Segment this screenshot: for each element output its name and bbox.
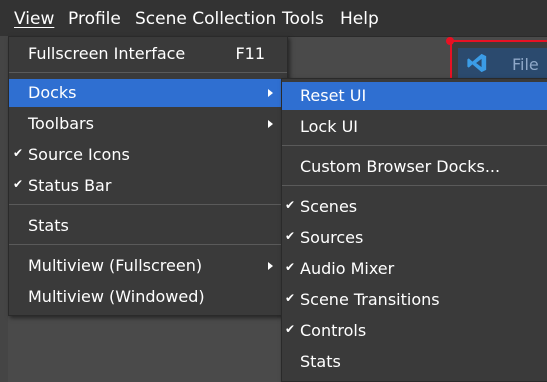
menu-item-label: Scenes bbox=[300, 197, 358, 216]
menu-item-toolbars[interactable]: Toolbars bbox=[9, 110, 287, 138]
docks-submenu: Reset UI Lock UI Custom Browser Docks...… bbox=[281, 78, 547, 382]
menu-item-label: Lock UI bbox=[300, 117, 358, 136]
submenu-item-lock-ui[interactable]: Lock UI bbox=[282, 113, 547, 141]
menu-scene-collection[interactable]: Scene Collection bbox=[135, 9, 276, 29]
menu-item-label: Source Icons bbox=[28, 145, 130, 164]
submenu-arrow-icon bbox=[268, 89, 273, 97]
menu-item-label: Audio Mixer bbox=[300, 259, 395, 278]
menu-item-stats[interactable]: Stats bbox=[9, 212, 287, 240]
checkmark-icon: ✔ bbox=[285, 322, 296, 336]
menu-item-status-bar[interactable]: ✔ Status Bar bbox=[9, 172, 287, 200]
checkmark-icon: ✔ bbox=[285, 198, 296, 212]
submenu-item-sources[interactable]: ✔ Sources bbox=[282, 224, 547, 252]
submenu-item-scene-transitions[interactable]: ✔ Scene Transitions bbox=[282, 286, 547, 314]
background-file-label: File bbox=[512, 55, 539, 74]
submenu-item-custom-browser-docks[interactable]: Custom Browser Docks... bbox=[282, 153, 547, 181]
checkmark-icon: ✔ bbox=[13, 146, 24, 160]
submenu-arrow-icon bbox=[268, 262, 273, 270]
menu-item-label: Status Bar bbox=[28, 176, 112, 195]
submenu-item-stats[interactable]: Stats bbox=[282, 348, 547, 376]
submenu-item-scenes[interactable]: ✔ Scenes bbox=[282, 193, 547, 221]
menu-item-docks[interactable]: Docks bbox=[9, 79, 287, 107]
menu-profile-label: Profile bbox=[68, 9, 121, 29]
menu-item-label: Controls bbox=[300, 321, 367, 340]
checkmark-icon: ✔ bbox=[285, 229, 296, 243]
menu-item-label: Stats bbox=[300, 352, 341, 371]
menu-item-label: Multiview (Windowed) bbox=[28, 287, 205, 306]
submenu-item-audio-mixer[interactable]: ✔ Audio Mixer bbox=[282, 255, 547, 283]
menu-separator bbox=[282, 145, 547, 146]
menu-item-label: Stats bbox=[28, 216, 69, 235]
window-corner-dot bbox=[446, 37, 454, 45]
menu-item-label: Fullscreen Interface bbox=[28, 44, 186, 63]
main-window-edge bbox=[0, 36, 8, 382]
menu-tools[interactable]: Tools bbox=[282, 9, 324, 29]
menu-separator bbox=[9, 204, 287, 205]
menu-separator bbox=[282, 185, 547, 186]
submenu-item-reset-ui[interactable]: Reset UI bbox=[282, 82, 547, 110]
menu-item-label: Reset UI bbox=[300, 86, 367, 105]
menu-help[interactable]: Help bbox=[340, 9, 379, 29]
menu-separator bbox=[9, 72, 287, 73]
menu-item-source-icons[interactable]: ✔ Source Icons bbox=[9, 141, 287, 169]
menu-item-label: Toolbars bbox=[28, 114, 94, 133]
checkmark-icon: ✔ bbox=[13, 177, 24, 191]
submenu-item-controls[interactable]: ✔ Controls bbox=[282, 317, 547, 345]
menu-item-multiview-windowed[interactable]: Multiview (Windowed) bbox=[9, 283, 287, 311]
menu-item-label: Scene Transitions bbox=[300, 290, 440, 309]
menu-item-multiview-fullscreen[interactable]: Multiview (Fullscreen) bbox=[9, 252, 287, 280]
checkmark-icon: ✔ bbox=[285, 291, 296, 305]
menu-view[interactable]: View bbox=[14, 9, 54, 29]
submenu-arrow-icon bbox=[268, 120, 273, 128]
view-menu: Fullscreen Interface F11 Docks Toolbars … bbox=[8, 36, 288, 316]
menu-profile[interactable]: Profile bbox=[68, 9, 121, 29]
menu-item-label: Multiview (Fullscreen) bbox=[28, 256, 203, 275]
menu-separator bbox=[9, 244, 287, 245]
menu-bar: View Profile Scene Collection Tools Help bbox=[0, 0, 547, 37]
vscode-icon bbox=[467, 53, 487, 73]
menu-item-shortcut: F11 bbox=[235, 44, 265, 63]
checkmark-icon: ✔ bbox=[285, 260, 296, 274]
menu-item-fullscreen-interface[interactable]: Fullscreen Interface F11 bbox=[9, 40, 287, 68]
menu-item-label: Custom Browser Docks... bbox=[300, 157, 501, 176]
menu-item-label: Sources bbox=[300, 228, 364, 247]
menu-item-label: Docks bbox=[28, 83, 77, 102]
